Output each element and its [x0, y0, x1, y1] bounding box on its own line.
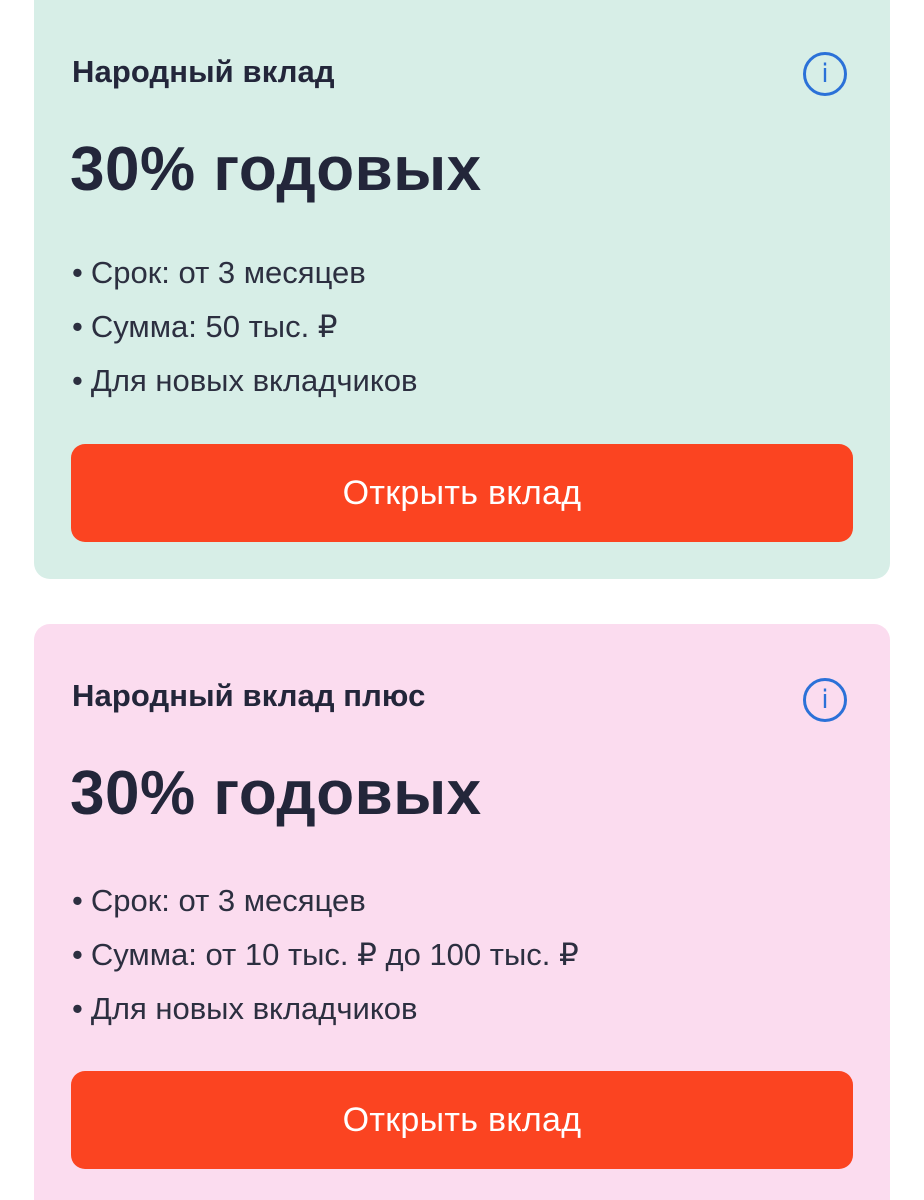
open-deposit-button[interactable]: Открыть вклад	[71, 1071, 853, 1169]
feature-amount: • Сумма: от 10 тыс. ₽ до 100 тыс. ₽	[72, 928, 579, 982]
feature-amount: • Сумма: 50 тыс. ₽	[72, 300, 417, 354]
feature-audience-text: Для новых вкладчиков	[90, 991, 418, 1026]
deposit-features-list: • Срок: от 3 месяцев • Сумма: от 10 тыс. ₽…	[72, 874, 579, 1036]
feature-term: • Срок: от 3 месяцев	[72, 874, 579, 928]
interest-rate: 30% годовых	[70, 135, 482, 204]
bullet: •	[72, 363, 83, 398]
deposit-features-list: • Срок: от 3 месяцев • Сумма: 50 тыс. ₽ • Д…	[72, 246, 417, 408]
feature-audience: • Для новых вкладчиков	[72, 982, 579, 1036]
feature-amount-text: Сумма: 50 тыс. ₽	[90, 309, 338, 344]
feature-term-text: Срок: от 3 месяцев	[90, 883, 366, 918]
deposit-card-narodny: Народный вклад i 30% годовых • Срок: от 3…	[34, 0, 890, 579]
bullet: •	[72, 309, 83, 344]
feature-term-text: Срок: от 3 месяцев	[90, 255, 366, 290]
deposit-card-narodny-plus: Народный вклад плюс i 30% годовых • Срок:…	[34, 624, 890, 1200]
bullet: •	[72, 991, 83, 1026]
deposit-offers-page: Народный вклад i 30% годовых • Срок: от 3…	[0, 0, 924, 1200]
deposit-title: Народный вклад	[72, 54, 335, 89]
open-deposit-button[interactable]: Открыть вклад	[71, 444, 853, 542]
bullet: •	[72, 937, 83, 972]
bullet: •	[72, 255, 83, 290]
interest-rate: 30% годовых	[70, 759, 482, 828]
feature-audience: • Для новых вкладчиков	[72, 354, 417, 408]
deposit-title: Народный вклад плюс	[72, 678, 426, 713]
bullet: •	[72, 883, 83, 918]
feature-term: • Срок: от 3 месяцев	[72, 246, 417, 300]
info-icon[interactable]: i	[803, 52, 847, 96]
feature-amount-text: Сумма: от 10 тыс. ₽ до 100 тыс. ₽	[90, 937, 579, 972]
info-icon[interactable]: i	[803, 678, 847, 722]
feature-audience-text: Для новых вкладчиков	[90, 363, 418, 398]
